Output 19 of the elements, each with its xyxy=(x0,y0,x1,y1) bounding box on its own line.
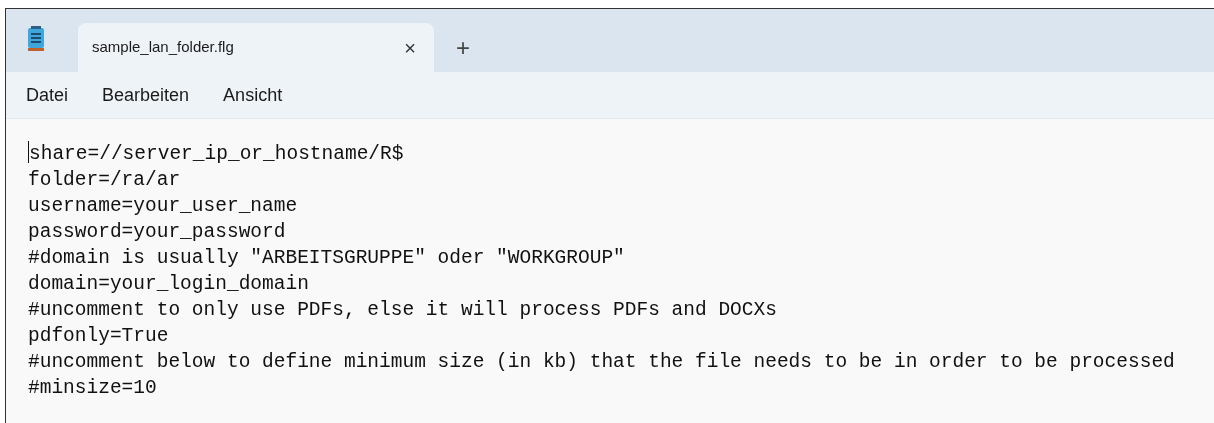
text-line: password=your_password xyxy=(28,221,286,243)
menu-item[interactable]: Datei xyxy=(18,77,77,113)
text-line: username=your_user_name xyxy=(28,195,298,217)
text-line: pdfonly=True xyxy=(28,325,169,347)
text-cursor xyxy=(28,141,29,163)
menu-item[interactable]: Bearbeiten xyxy=(94,77,198,113)
file-tab[interactable]: sample_lan_folder.flg × xyxy=(78,23,434,72)
notepad-icon xyxy=(26,26,46,52)
tab-title: sample_lan_folder.flg xyxy=(92,37,234,58)
text-line: folder=/ra/ar xyxy=(28,169,181,191)
text-line: #minsize=10 xyxy=(28,377,157,399)
text-line: domain=your_login_domain xyxy=(28,273,309,295)
text-line: #uncomment to only use PDFs, else it will process PDFs and DOCXs xyxy=(28,299,777,321)
new-tab-button[interactable]: + xyxy=(448,32,478,64)
text-line: #domain is usually "ARBEITSGRUPPE" oder "WORKGROUP" xyxy=(28,247,625,269)
text-line: #uncomment below to define minimum size (in kb) that the file needs to be in order to be processed xyxy=(28,351,1175,373)
close-tab-button[interactable]: × xyxy=(404,37,416,58)
text-line: share=//server_ip_or_hostname/R$ xyxy=(29,143,404,165)
menu-item[interactable]: Ansicht xyxy=(215,77,291,113)
